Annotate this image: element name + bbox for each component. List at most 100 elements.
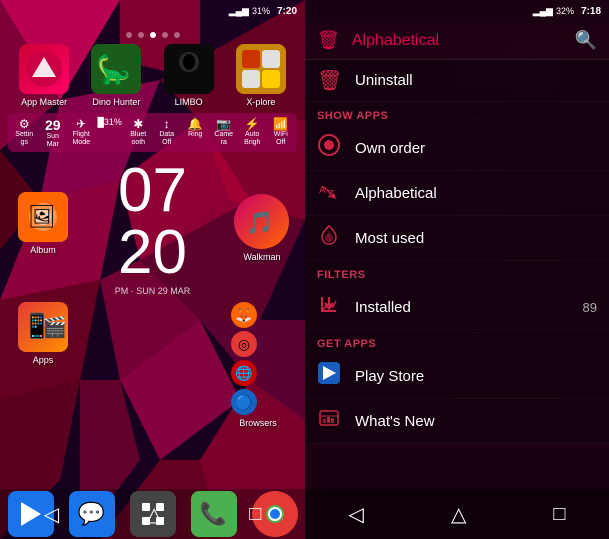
- uninstall-label: Uninstall: [355, 72, 597, 89]
- qs-wifi[interactable]: 📶 WiFiOff: [267, 117, 296, 148]
- get-apps-section-label: GET APPS: [305, 330, 609, 354]
- right-panel: A&C ⏰ ▶ AM Az 🎙 Ax 🅰 📦 🔧 📋 🎮 🏷 y: [305, 0, 609, 539]
- app-row-2: 📱 🎬 Apps 🦊 ◎ 🌐 🔵 Browsers: [8, 302, 297, 428]
- svg-text:🎵: 🎵: [246, 210, 273, 235]
- app-icon-xplore[interactable]: X-plore: [230, 44, 292, 107]
- qs-battery[interactable]: █31%: [96, 117, 125, 148]
- installed-text: Installed: [355, 299, 569, 316]
- installed-badge: 89: [583, 300, 597, 315]
- svg-text:🦕: 🦕: [96, 53, 131, 86]
- app-row-1: App Master 🦕 Dino Hunter: [8, 44, 297, 107]
- browsers-img: 🦊 ◎ 🌐 🔵: [231, 302, 285, 415]
- status-icons-left: ▂▄▆ 31% 7:20: [229, 6, 297, 17]
- left-content: App Master 🦕 Dino Hunter: [0, 22, 305, 489]
- svg-text:🎬: 🎬: [42, 315, 67, 339]
- appmaster-label: App Master: [21, 97, 67, 107]
- svg-text:🖼: 🖼: [28, 204, 56, 229]
- own-order-text: Own order: [355, 140, 597, 157]
- nav-back-left[interactable]: ◁: [44, 502, 59, 527]
- clock-widget: 07 20 PM · SUN 29 MAR: [115, 160, 191, 296]
- dropdown-panel: 🗑 Alphabetical 🔍 🗑 Uninstall SHOW APPS O…: [305, 22, 609, 539]
- own-order-item[interactable]: Own order: [305, 126, 609, 171]
- status-bar-left: ▂▄▆ 31% 7:20: [0, 0, 305, 22]
- qs-flightmode[interactable]: ✈ FlightMode: [67, 117, 96, 148]
- dot-4: [162, 32, 168, 38]
- battery-left: 31%: [252, 6, 270, 16]
- time-right: 7:18: [581, 6, 601, 17]
- walkman-img: 🎵: [234, 194, 289, 249]
- show-apps-section-label: SHOW APPS: [305, 102, 609, 126]
- clock-date: PM · SUN 29 MAR: [115, 286, 191, 296]
- trash-icon[interactable]: 🗑: [317, 30, 340, 51]
- app-icon-browsers[interactable]: 🦊 ◎ 🌐 🔵 Browsers: [227, 302, 289, 428]
- app-icon-dinohunter[interactable]: 🦕 Dino Hunter: [85, 44, 147, 107]
- clock-min: 20: [118, 222, 187, 284]
- app-icon-appmaster[interactable]: App Master: [13, 44, 75, 107]
- album-img: 🖼: [18, 192, 68, 242]
- left-panel: ▂▄▆ 31% 7:20 App Master: [0, 0, 305, 539]
- whats-new-icon: [317, 407, 341, 435]
- nav-home-right[interactable]: △: [451, 502, 466, 527]
- clock-hour: 07: [118, 160, 187, 222]
- most-used-item[interactable]: Most used: [305, 216, 609, 261]
- dinohunter-img: 🦕: [91, 44, 141, 94]
- app-icon-walkman[interactable]: 🎵 Walkman: [231, 194, 293, 262]
- status-bar-right: ▂▄▆ 32% 7:18: [305, 0, 609, 22]
- qs-calendar[interactable]: 29 SunMar: [39, 117, 68, 148]
- most-used-text: Most used: [355, 230, 597, 247]
- signal-right: ▂▄▆: [533, 6, 553, 17]
- dropdown-top-bar: 🗑 Alphabetical 🔍: [305, 22, 609, 60]
- nav-home-left[interactable]: △: [146, 502, 161, 527]
- qs-ring[interactable]: 🔔 Ring: [181, 117, 210, 148]
- play-store-text: Play Store: [355, 368, 597, 385]
- whats-new-text: What's New: [355, 413, 597, 430]
- dot-2: [138, 32, 144, 38]
- dot-5: [174, 32, 180, 38]
- installed-item[interactable]: Installed 89: [305, 285, 609, 330]
- dot-3: [150, 32, 156, 38]
- nav-recent-left[interactable]: □: [249, 503, 261, 526]
- play-store-item[interactable]: Play Store: [305, 354, 609, 399]
- apps-img: 📱 🎬: [18, 302, 68, 352]
- nav-recent-right[interactable]: □: [553, 503, 565, 526]
- play-store-icon: [317, 362, 341, 390]
- walkman-label: Walkman: [243, 252, 280, 262]
- alphabetical-item[interactable]: A Z Alphabetical: [305, 171, 609, 216]
- uninstall-item[interactable]: 🗑 Uninstall: [305, 60, 609, 102]
- time-left: 7:20: [277, 6, 297, 17]
- alphabetical-text: Alphabetical: [355, 185, 597, 202]
- qs-brightness[interactable]: ⚡ AutoBrigh: [238, 117, 267, 148]
- app-icon-limbo[interactable]: LIMBO: [158, 44, 220, 107]
- quick-settings-row: ⚙ Settings 29 SunMar ✈ FlightMode █31% ✱…: [8, 113, 297, 152]
- own-order-icon: [317, 134, 341, 162]
- xplore-img: [236, 44, 286, 94]
- nav-bar-right: ◁ △ □: [305, 489, 609, 539]
- qs-data[interactable]: ↕ DataOff: [153, 117, 182, 148]
- svg-text:A: A: [319, 185, 326, 196]
- dinohunter-label: Dino Hunter: [92, 97, 140, 107]
- xplore-label: X-plore: [246, 97, 275, 107]
- qs-camera[interactable]: 📷 Camera: [210, 117, 239, 148]
- app-icon-apps[interactable]: 📱 🎬 Apps: [12, 302, 74, 365]
- appmaster-img: [19, 44, 69, 94]
- nav-back-right[interactable]: ◁: [349, 502, 364, 527]
- whats-new-item[interactable]: What's New: [305, 399, 609, 444]
- app-icon-album[interactable]: 🖼 Album: [12, 192, 74, 255]
- signal-left: ▂▄▆: [229, 6, 249, 17]
- search-button-right[interactable]: 🔍: [575, 30, 597, 51]
- qs-bluetooth[interactable]: ✱ Bluetooth: [124, 117, 153, 148]
- most-used-icon: [317, 224, 341, 252]
- limbo-img: [164, 44, 214, 94]
- qs-settings[interactable]: ⚙ Settings: [10, 117, 39, 148]
- dot-1: [126, 32, 132, 38]
- battery-right: 32%: [556, 6, 574, 16]
- alphabetical-icon: A Z: [317, 179, 341, 207]
- album-label: Album: [30, 245, 56, 255]
- installed-icon: [317, 293, 341, 321]
- apps-label: Apps: [33, 355, 54, 365]
- status-icons-right: ▂▄▆ 32% 7:18: [533, 6, 601, 17]
- uninstall-icon: 🗑: [317, 68, 341, 93]
- filters-section-label: FILTERS: [305, 261, 609, 285]
- dropdown-title: Alphabetical: [352, 32, 563, 50]
- browsers-label: Browsers: [239, 418, 277, 428]
